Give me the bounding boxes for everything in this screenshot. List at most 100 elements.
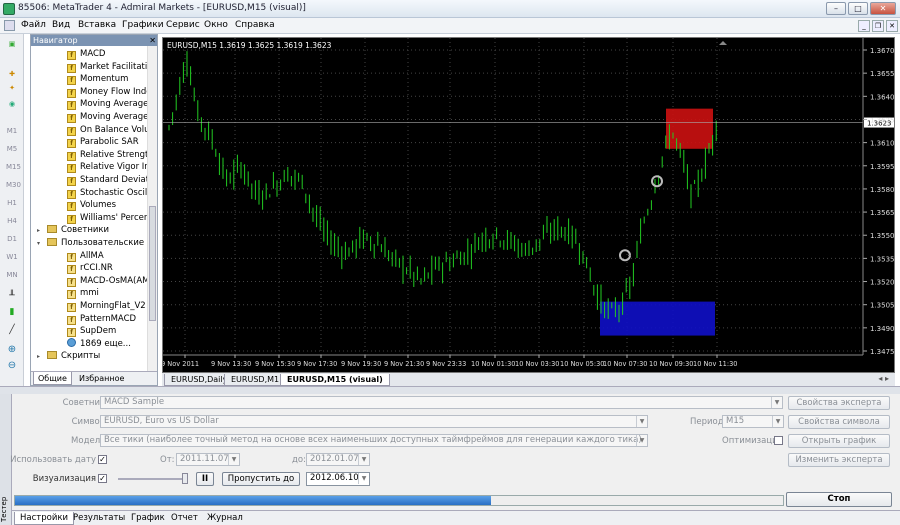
tab-journal[interactable]: Журнал xyxy=(202,512,248,525)
navigator-item[interactable]: f PatternMACD xyxy=(31,313,147,326)
period-m5-button[interactable]: M5 xyxy=(6,143,18,155)
expert-properties-button[interactable]: Свойства эксперта xyxy=(788,396,890,410)
navigator-item[interactable]: f Stochastic Oscillator xyxy=(31,187,147,200)
expand-icon[interactable]: ▾ xyxy=(37,238,45,250)
navigator-item[interactable]: f Market Facilitation Index xyxy=(31,61,147,74)
period-select[interactable]: M15 ▼ xyxy=(722,415,784,428)
navigator-item[interactable]: f Relative Vigor Index xyxy=(31,161,147,174)
navigator-item[interactable]: f Standard Deviation xyxy=(31,174,147,187)
chevron-down-icon: ▼ xyxy=(771,397,782,408)
symbol-select[interactable]: EURUSD, Euro vs US Dollar ▼ xyxy=(100,415,648,428)
period-d1-button[interactable]: D1 xyxy=(6,233,18,245)
menu-view[interactable]: Вид xyxy=(52,20,70,30)
visual-checkbox[interactable]: ✓ xyxy=(98,474,107,483)
profiles-icon[interactable]: ✦ xyxy=(6,82,18,94)
skip-to-button[interactable]: Пропустить до xyxy=(222,472,300,486)
menu-tools[interactable]: Сервис xyxy=(166,20,200,30)
x-tick-label: 9 Nov 19:30 xyxy=(341,360,381,368)
navigator-close-icon[interactable]: ✕ xyxy=(149,35,156,46)
navigator-item[interactable]: f MACD-OsMA(AMA) xyxy=(31,275,147,288)
navigator-item[interactable]: f Momentum xyxy=(31,73,147,86)
menu-insert[interactable]: Вставка xyxy=(78,20,116,30)
period-m30-button[interactable]: M30 xyxy=(6,179,21,191)
navigator-item[interactable]: f Volumes xyxy=(31,199,147,212)
optimization-checkbox[interactable] xyxy=(774,436,783,445)
market-watch-icon[interactable]: ◉ xyxy=(6,98,18,110)
chart-tab-m1[interactable]: EURUSD,M1 xyxy=(224,374,287,386)
minimize-button[interactable]: – xyxy=(826,2,846,15)
period-w1-button[interactable]: W1 xyxy=(6,251,18,263)
open-chart-button[interactable]: Открыть график xyxy=(788,434,890,448)
model-value: Все тики (наиболее точный метод на основ… xyxy=(104,435,642,445)
from-date-field[interactable]: 2011.11.07 ▼ xyxy=(176,453,240,466)
line-chart-icon[interactable]: ╱ xyxy=(6,324,18,336)
tab-graph[interactable]: График xyxy=(126,512,170,525)
to-date-field[interactable]: 2012.01.07 ▼ xyxy=(306,453,370,466)
scrollbar-thumb[interactable] xyxy=(149,206,156,321)
navigator-item[interactable]: f Parabolic SAR xyxy=(31,136,147,149)
pause-button[interactable]: II xyxy=(196,472,214,486)
child-restore-button[interactable]: ❐ xyxy=(872,20,884,32)
use-date-checkbox[interactable]: ✓ xyxy=(98,455,107,464)
expand-icon[interactable]: ▸ xyxy=(37,351,45,363)
tab-results[interactable]: Результаты xyxy=(68,512,130,525)
navigator-item[interactable]: f On Balance Volume xyxy=(31,124,147,137)
navigator-item[interactable]: f Moving Average of Oscillator xyxy=(31,111,147,124)
child-close-button[interactable]: ✕ xyxy=(886,20,898,32)
navigator-item[interactable]: f mmi xyxy=(31,287,147,300)
edit-expert-button[interactable]: Изменить эксперта xyxy=(788,453,890,467)
expert-select[interactable]: MACD Sample ▼ xyxy=(100,396,783,409)
symbol-value: EURUSD, Euro vs US Dollar xyxy=(104,416,219,426)
tab-favorites[interactable]: Избранное xyxy=(75,372,128,385)
navigator-item[interactable]: f MACD xyxy=(31,48,147,61)
period-m15-button[interactable]: M15 xyxy=(6,161,21,173)
tab-settings[interactable]: Настройки xyxy=(14,512,75,525)
navigator-item[interactable]: f MorningFlat_V2 xyxy=(31,300,147,313)
candle-chart-icon[interactable]: ▮ xyxy=(6,306,18,318)
navigator-item[interactable]: 1869 еще... xyxy=(31,337,147,351)
add-chart-icon[interactable]: ✚ xyxy=(6,68,18,80)
navigator-item[interactable]: f SupDem xyxy=(31,325,147,338)
chart-tab-m15-visual[interactable]: EURUSD,M15 (visual) xyxy=(280,374,390,386)
new-order-icon[interactable]: ▣ xyxy=(6,38,18,50)
close-button[interactable]: ✕ xyxy=(870,2,896,15)
model-select[interactable]: Все тики (наиболее точный метод на основ… xyxy=(100,434,648,447)
period-h4-button[interactable]: H4 xyxy=(6,215,18,227)
period-m1-button[interactable]: M1 xyxy=(6,125,18,137)
expand-icon[interactable]: ▸ xyxy=(37,225,45,237)
navigator-item[interactable]: ▾ Пользовательские индикаторы xyxy=(31,237,147,250)
zoom-in-icon[interactable]: ⊕ xyxy=(6,344,18,356)
navigator-item[interactable]: ▸ Советники xyxy=(31,224,147,237)
folder-icon xyxy=(47,238,57,246)
navigator-item[interactable]: f AllMA xyxy=(31,250,147,263)
stop-button[interactable]: Стоп xyxy=(786,492,892,507)
period-mn-button[interactable]: MN xyxy=(6,269,18,281)
navigator-item[interactable]: f Moving Average xyxy=(31,98,147,111)
price-chart[interactable]: 1.3623 1.3670 1.3655 1.3640 1.3625 1.3610 1.3… xyxy=(161,37,896,374)
skip-date-field[interactable]: 2012.06.10 ▼ xyxy=(306,472,370,486)
menu-help[interactable]: Справка xyxy=(235,20,275,30)
navigator-item[interactable]: ▸ Скрипты xyxy=(31,350,147,363)
panel-splitter[interactable] xyxy=(0,386,900,394)
symbol-properties-button[interactable]: Свойства символа xyxy=(788,415,890,429)
chart-canvas[interactable]: 1.3623 1.36701.36551.36401.36251.36101.3… xyxy=(161,38,896,374)
speed-slider-thumb[interactable] xyxy=(182,473,188,484)
zoom-out-icon[interactable]: ⊖ xyxy=(6,360,18,372)
period-h1-button[interactable]: H1 xyxy=(6,197,18,209)
navigator-item[interactable]: f rCCI.NR xyxy=(31,262,147,275)
navigator-item-label: AllMA xyxy=(80,250,104,261)
tab-report[interactable]: Отчет xyxy=(166,512,203,525)
tab-common[interactable]: Общие xyxy=(33,372,72,385)
navigator-scrollbar[interactable] xyxy=(147,46,157,371)
tab-scroll-arrows[interactable]: ◂ ▸ xyxy=(878,374,889,383)
menu-file[interactable]: Файл xyxy=(21,20,46,30)
navigator-item[interactable]: f Money Flow Index xyxy=(31,86,147,99)
navigator-item[interactable]: f Relative Strength Index xyxy=(31,149,147,162)
child-minimize-button[interactable]: _ xyxy=(858,20,870,32)
bar-chart-icon[interactable]: ╨ xyxy=(6,290,18,302)
speed-slider-track[interactable] xyxy=(118,478,188,480)
menu-charts[interactable]: Графики xyxy=(122,20,164,30)
maximize-button[interactable]: □ xyxy=(848,2,868,15)
menu-window[interactable]: Окно xyxy=(204,20,228,30)
navigator-item[interactable]: f Williams' Percent Range xyxy=(31,212,147,225)
